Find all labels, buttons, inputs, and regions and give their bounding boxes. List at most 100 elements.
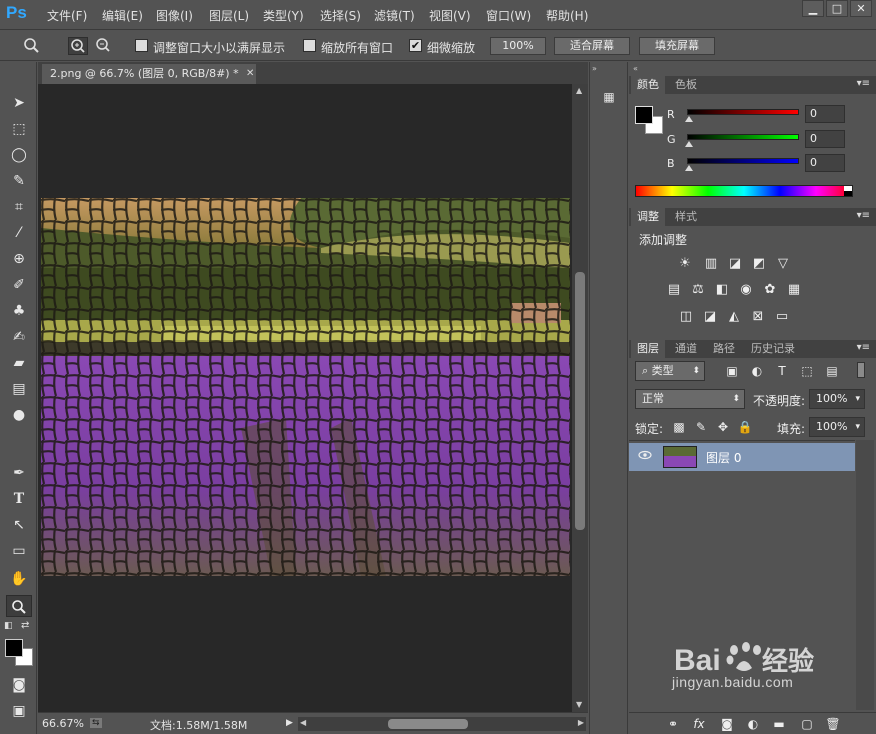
brightness-contrast-icon[interactable]: ☀: [676, 256, 694, 272]
healing-brush-tool-icon[interactable]: ⊕: [6, 248, 32, 270]
layer-mask-icon[interactable]: ◙: [719, 716, 735, 732]
green-slider[interactable]: G 0: [667, 130, 845, 150]
selective-color-icon[interactable]: ⊠: [749, 309, 767, 325]
minimize-button[interactable]: ▁: [802, 0, 824, 17]
pen-tool-icon[interactable]: ✒: [6, 462, 32, 484]
new-layer-icon[interactable]: ▢: [799, 716, 815, 732]
lasso-tool-icon[interactable]: ◯: [6, 144, 32, 166]
filter-shape-icon[interactable]: ⬚: [799, 363, 815, 379]
blue-value-field[interactable]: 0: [805, 154, 845, 172]
zoom-tool-preset-icon[interactable]: [22, 37, 42, 55]
layer-style-icon[interactable]: fx: [691, 716, 707, 732]
red-slider-thumb[interactable]: [685, 116, 693, 122]
blend-mode-dropdown[interactable]: 正常 ⬍: [635, 389, 745, 409]
swap-colors-icon[interactable]: ⇄: [21, 620, 33, 631]
scroll-right-icon[interactable]: ▶: [578, 718, 584, 727]
horizontal-scroll-thumb[interactable]: [388, 719, 468, 729]
dodge-tool-icon[interactable]: ●: [6, 404, 32, 426]
green-slider-track[interactable]: [687, 134, 799, 140]
status-menu-arrow-icon[interactable]: ▶: [286, 718, 293, 728]
tab-color[interactable]: 颜色: [631, 76, 665, 94]
tab-adjustments[interactable]: 调整: [631, 208, 665, 226]
lock-all-icon[interactable]: 🔒: [737, 419, 753, 435]
close-tab-icon[interactable]: ✕: [246, 64, 254, 84]
vertical-scrollbar[interactable]: ▲ ▼: [572, 84, 588, 712]
adjustment-layer-icon[interactable]: ◐: [745, 716, 761, 732]
quick-select-tool-icon[interactable]: ✎: [6, 170, 32, 192]
red-slider[interactable]: R 0: [667, 105, 845, 125]
color-panel-menu-icon[interactable]: ▾≡: [857, 78, 870, 89]
hue-saturation-icon[interactable]: ▤: [665, 282, 683, 298]
delete-layer-icon[interactable]: 🗑: [825, 716, 841, 732]
filter-adjustment-icon[interactable]: ◐: [749, 363, 765, 379]
dock-collapse-icon[interactable]: »: [592, 64, 597, 73]
zoom-all-checkbox[interactable]: [303, 39, 316, 52]
new-group-icon[interactable]: ▬: [771, 716, 787, 732]
menu-view[interactable]: 视图(V): [429, 7, 471, 24]
opacity-field[interactable]: 100% ▾: [809, 389, 865, 409]
color-spectrum-bar[interactable]: [635, 185, 853, 197]
menu-edit[interactable]: 编辑(E): [102, 7, 143, 24]
fill-field[interactable]: 100% ▾: [809, 417, 865, 437]
lock-image-icon[interactable]: ✎: [693, 419, 709, 435]
eraser-tool-icon[interactable]: ▰: [6, 352, 32, 374]
filter-pixel-icon[interactable]: ▣: [724, 363, 740, 379]
layer-row[interactable]: 图层 0: [629, 443, 855, 471]
layer-filter-dropdown[interactable]: ⌕ 类型 ⬍: [635, 361, 705, 381]
posterize-icon[interactable]: ◪: [701, 309, 719, 325]
fill-screen-button[interactable]: 填充屏幕: [639, 37, 715, 55]
tab-paths[interactable]: 路径: [707, 340, 741, 358]
red-slider-track[interactable]: [687, 109, 799, 115]
lock-position-icon[interactable]: ✥: [715, 419, 731, 435]
eyedropper-tool-icon[interactable]: ⁄: [6, 222, 32, 244]
filter-smart-object-icon[interactable]: ▤: [824, 363, 840, 379]
scroll-up-icon[interactable]: ▲: [576, 86, 582, 95]
color-lookup-icon[interactable]: ▦: [785, 282, 803, 298]
zoom-out-icon[interactable]: [93, 37, 113, 55]
gradient-tool-icon[interactable]: ▤: [6, 378, 32, 400]
menu-file[interactable]: 文件(F): [47, 7, 87, 24]
layer-visibility-eye-icon[interactable]: [637, 449, 653, 465]
menu-image[interactable]: 图像(I): [156, 7, 193, 24]
tab-channels[interactable]: 通道: [669, 340, 703, 358]
tab-layers[interactable]: 图层: [631, 340, 665, 358]
spectrum-black-white[interactable]: [844, 186, 852, 196]
tab-swatches[interactable]: 色板: [669, 76, 703, 94]
zoom-in-icon[interactable]: [68, 37, 88, 55]
menu-layer[interactable]: 图层(L): [209, 7, 249, 24]
levels-icon[interactable]: ▥: [702, 256, 720, 272]
blue-slider[interactable]: B 0: [667, 154, 845, 174]
filter-toggle-switch[interactable]: [857, 362, 865, 378]
scrubby-zoom-checkbox[interactable]: ✔: [409, 39, 422, 52]
menu-window[interactable]: 窗口(W): [486, 7, 531, 24]
canvas-image[interactable]: [41, 198, 570, 576]
scroll-left-icon[interactable]: ◀: [300, 718, 306, 727]
history-brush-tool-icon[interactable]: ✍: [6, 326, 32, 348]
tab-styles[interactable]: 样式: [669, 208, 703, 226]
blue-slider-thumb[interactable]: [685, 165, 693, 171]
green-slider-thumb[interactable]: [685, 141, 693, 147]
menu-help[interactable]: 帮助(H): [546, 7, 588, 24]
foreground-color-swatch[interactable]: [5, 639, 23, 657]
curves-icon[interactable]: ◪: [726, 256, 744, 272]
brush-tool-icon[interactable]: ✐: [6, 274, 32, 296]
color-foreground-swatch[interactable]: [635, 106, 653, 124]
adjustments-panel-menu-icon[interactable]: ▾≡: [857, 210, 870, 221]
clone-stamp-tool-icon[interactable]: ♣: [6, 300, 32, 322]
filter-type-icon[interactable]: T: [774, 363, 790, 379]
move-tool-icon[interactable]: ➤: [6, 92, 32, 114]
layers-panel-menu-icon[interactable]: ▾≡: [857, 342, 870, 353]
type-tool-icon[interactable]: T: [6, 488, 32, 510]
path-select-tool-icon[interactable]: ↖: [6, 514, 32, 536]
screen-mode-icon[interactable]: ▣: [6, 700, 32, 722]
color-balance-icon[interactable]: ⚖: [689, 282, 707, 298]
channel-mixer-icon[interactable]: ✿: [761, 282, 779, 298]
black-white-icon[interactable]: ◧: [713, 282, 731, 298]
zoom-100-button[interactable]: 100%: [490, 37, 546, 55]
menu-select[interactable]: 选择(S): [320, 7, 361, 24]
blue-slider-track[interactable]: [687, 158, 799, 164]
tab-history[interactable]: 历史记录: [745, 340, 801, 358]
green-value-field[interactable]: 0: [805, 130, 845, 148]
info-panel-icon[interactable]: ▦: [599, 90, 619, 110]
lock-transparent-icon[interactable]: ▩: [671, 419, 687, 435]
